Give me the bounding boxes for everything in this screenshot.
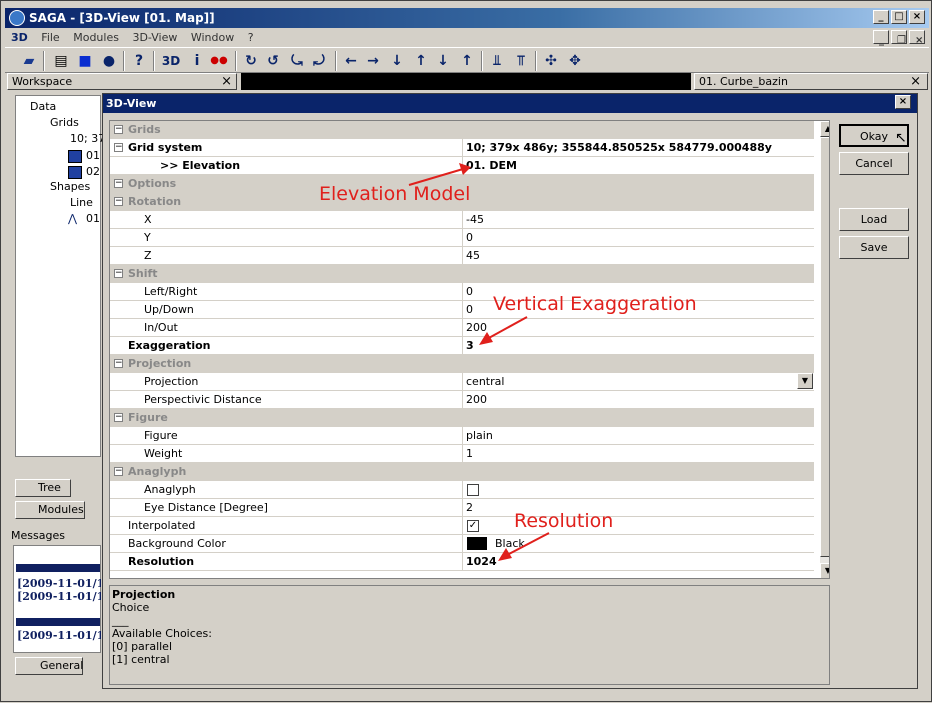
saga-main-window: SAGA - [3D-View [01. Map]] _ □ × 3D File… [0, 0, 932, 702]
arrow-exaggeration [486, 316, 528, 340]
arrow-elevation [408, 168, 464, 186]
annotation-arrows [408, 163, 550, 561]
arrow-resolution [506, 532, 550, 556]
arrowhead-resolution [498, 548, 512, 561]
arrowhead-exaggeration [479, 332, 493, 345]
